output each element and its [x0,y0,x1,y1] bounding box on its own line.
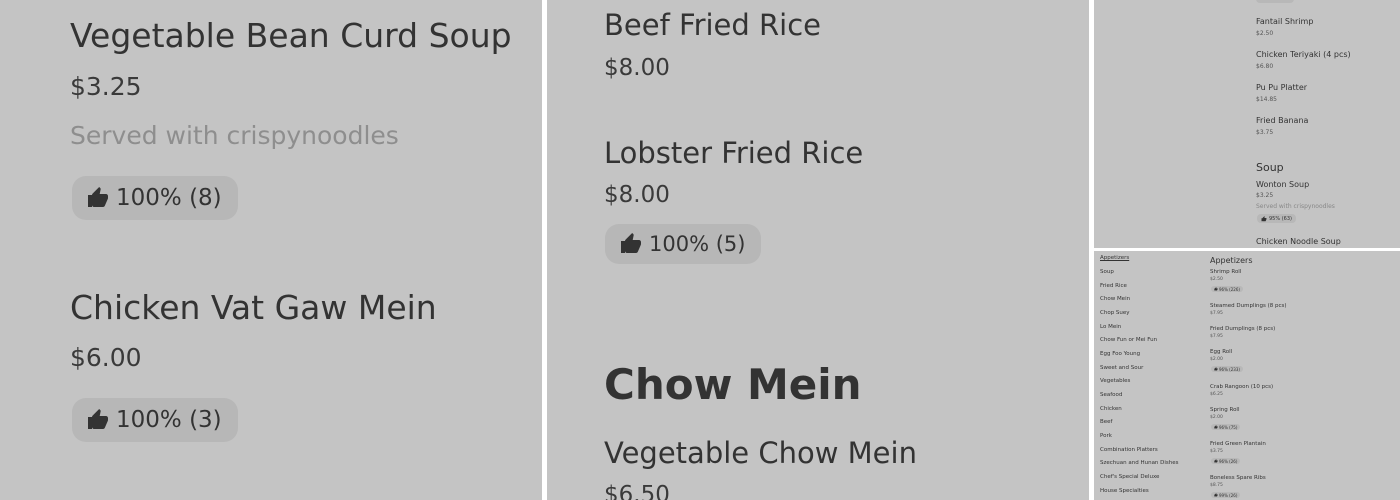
item-name[interactable]: Spring Roll [1210,407,1240,413]
rating-badge: 96% (226) [1211,286,1243,292]
rating-badge: 99% (26) [1211,492,1241,498]
item-price: $2.00 [1210,357,1223,362]
sidebar-item-chow-mein[interactable]: Chow Mein [1100,296,1130,302]
thumbs-up-icon [86,408,110,432]
item-name[interactable]: Shrimp Roll [1210,269,1241,275]
sidebar-item-seafood[interactable]: Seafood [1100,392,1122,398]
thumbs-up-icon [1214,493,1218,497]
rating-text: 96% (26) [1219,458,1238,464]
item-description: Served with crispynoodles [1256,203,1335,210]
item-name[interactable]: Beef Fried Rice [604,8,821,42]
rating-badge: 100% (5) [605,224,762,264]
thumbs-up-icon [1261,216,1267,222]
rating-badge: 96% (26) [1211,458,1241,464]
sidebar-item-beef[interactable]: Beef [1100,419,1112,425]
item-price: $7.95 [1210,311,1223,316]
item-price: $14.85 [1256,96,1277,103]
rating-text: 99% (26) [1219,492,1238,498]
sidebar-item-chow-fun[interactable]: Chow Fun or Mei Fun [1100,337,1157,343]
item-name[interactable]: Fantail Shrimp [1256,17,1313,26]
rating-text: 96% (75) [1219,424,1238,430]
item-price: $7.95 [1210,334,1223,339]
item-price: $2.00 [1210,415,1223,420]
item-price: $6.50 [604,482,670,500]
rating-text: 100% (3) [116,407,222,433]
item-name[interactable]: Wonton Soup [1256,180,1309,189]
sidebar-item-fried-rice[interactable]: Fried Rice [1100,283,1127,289]
sidebar-item-pork[interactable]: Pork [1100,433,1112,439]
sidebar-item-vegetables[interactable]: Vegetables [1100,378,1130,384]
item-name[interactable]: Vegetable Chow Mein [604,436,917,470]
item-price: $3.25 [1256,192,1274,199]
thumbs-up-icon [1214,367,1218,371]
item-name[interactable]: Vegetable Bean Curd Soup [70,16,512,55]
section-heading: Appetizers [1210,256,1253,265]
sidebar-item-sweet-and-sour[interactable]: Sweet and Sour [1100,365,1143,371]
rating-text: 96% (226) [1219,286,1240,292]
thumbs-up-icon [619,232,643,256]
item-name[interactable]: Fried Dumplings (8 pcs) [1210,326,1275,332]
item-price: $8.00 [604,182,670,208]
rating-badge: 100% (3) [72,398,238,442]
thumbs-up-icon [1214,425,1218,429]
rating-badge: 96% (233) [1211,366,1243,372]
thumbs-up-icon [86,186,110,210]
section-heading: Soup [1256,161,1284,174]
item-price: $6.25 [1210,392,1223,397]
item-price: $6.00 [70,343,142,372]
item-price: $3.75 [1210,449,1223,454]
item-price: $8.00 [604,55,670,81]
sidebar-item-soup[interactable]: Soup [1100,269,1114,275]
item-name[interactable]: Fried Green Plantain [1210,441,1266,447]
sidebar-item-szechuan-hunan[interactable]: Szechuan and Hunan Dishes [1100,460,1179,466]
item-name[interactable]: Crab Rangoon (10 pcs) [1210,384,1273,390]
item-price: $3.75 [1256,129,1274,136]
rating-badge: 95% (63) [1257,214,1296,223]
menu-panel-appetizers-soup: Fantail Shrimp $2.50 Chicken Teriyaki (4… [1094,0,1400,248]
item-description: Served with crispynoodles [70,121,399,150]
sidebar-item-combination-platters[interactable]: Combination Platters [1100,447,1158,453]
rating-badge: 100% (8) [72,176,238,220]
sidebar-item-chicken[interactable]: Chicken [1100,406,1122,412]
menu-panel-zoom-soup: Vegetable Bean Curd Soup $3.25 Served wi… [0,0,542,500]
item-name[interactable]: Pu Pu Platter [1256,83,1307,92]
item-name[interactable]: Steamed Dumplings (8 pcs) [1210,303,1287,309]
item-name[interactable]: Lobster Fried Rice [604,136,863,170]
sidebar-item-egg-foo-young[interactable]: Egg Foo Young [1100,351,1140,357]
item-name[interactable]: Chicken Vat Gaw Mein [70,288,437,327]
item-name[interactable]: Chicken Teriyaki (4 pcs) [1256,50,1351,59]
thumbs-up-icon [1214,459,1218,463]
item-name[interactable]: Fried Banana [1256,116,1308,125]
sidebar-item-lo-mein[interactable]: Lo Mein [1100,324,1121,330]
item-name[interactable]: Egg Roll [1210,349,1232,355]
rating-badge [1256,0,1294,3]
rating-text: 100% (5) [649,232,746,256]
rating-badge: 96% (75) [1211,424,1241,430]
rating-text: 95% (63) [1269,215,1292,222]
menu-panel-full-page: Appetizers Soup Fried Rice Chow Mein Cho… [1094,251,1400,500]
sidebar-item-house-specialties[interactable]: House Specialties [1100,488,1149,494]
item-price: $3.25 [70,72,142,101]
sidebar-item-appetizers[interactable]: Appetizers [1100,255,1129,261]
item-price: $2.50 [1210,277,1223,282]
item-price: $6.80 [1256,63,1274,70]
sidebar-item-chop-suey[interactable]: Chop Suey [1100,310,1130,316]
item-price: $8.75 [1210,483,1223,488]
section-heading: Chow Mein [604,360,862,409]
rating-text: 100% (8) [116,185,222,211]
item-price: $2.50 [1256,30,1274,37]
menu-panel-zoom-fried-rice: Beef Fried Rice $8.00 Lobster Fried Rice… [547,0,1089,500]
item-name[interactable]: Boneless Spare Ribs [1210,475,1266,481]
sidebar-item-chefs-special[interactable]: Chef's Special Deluxe [1100,474,1159,480]
thumbs-up-icon [1214,287,1218,291]
item-name[interactable]: Chicken Noodle Soup [1256,237,1341,246]
rating-text: 96% (233) [1219,366,1240,372]
